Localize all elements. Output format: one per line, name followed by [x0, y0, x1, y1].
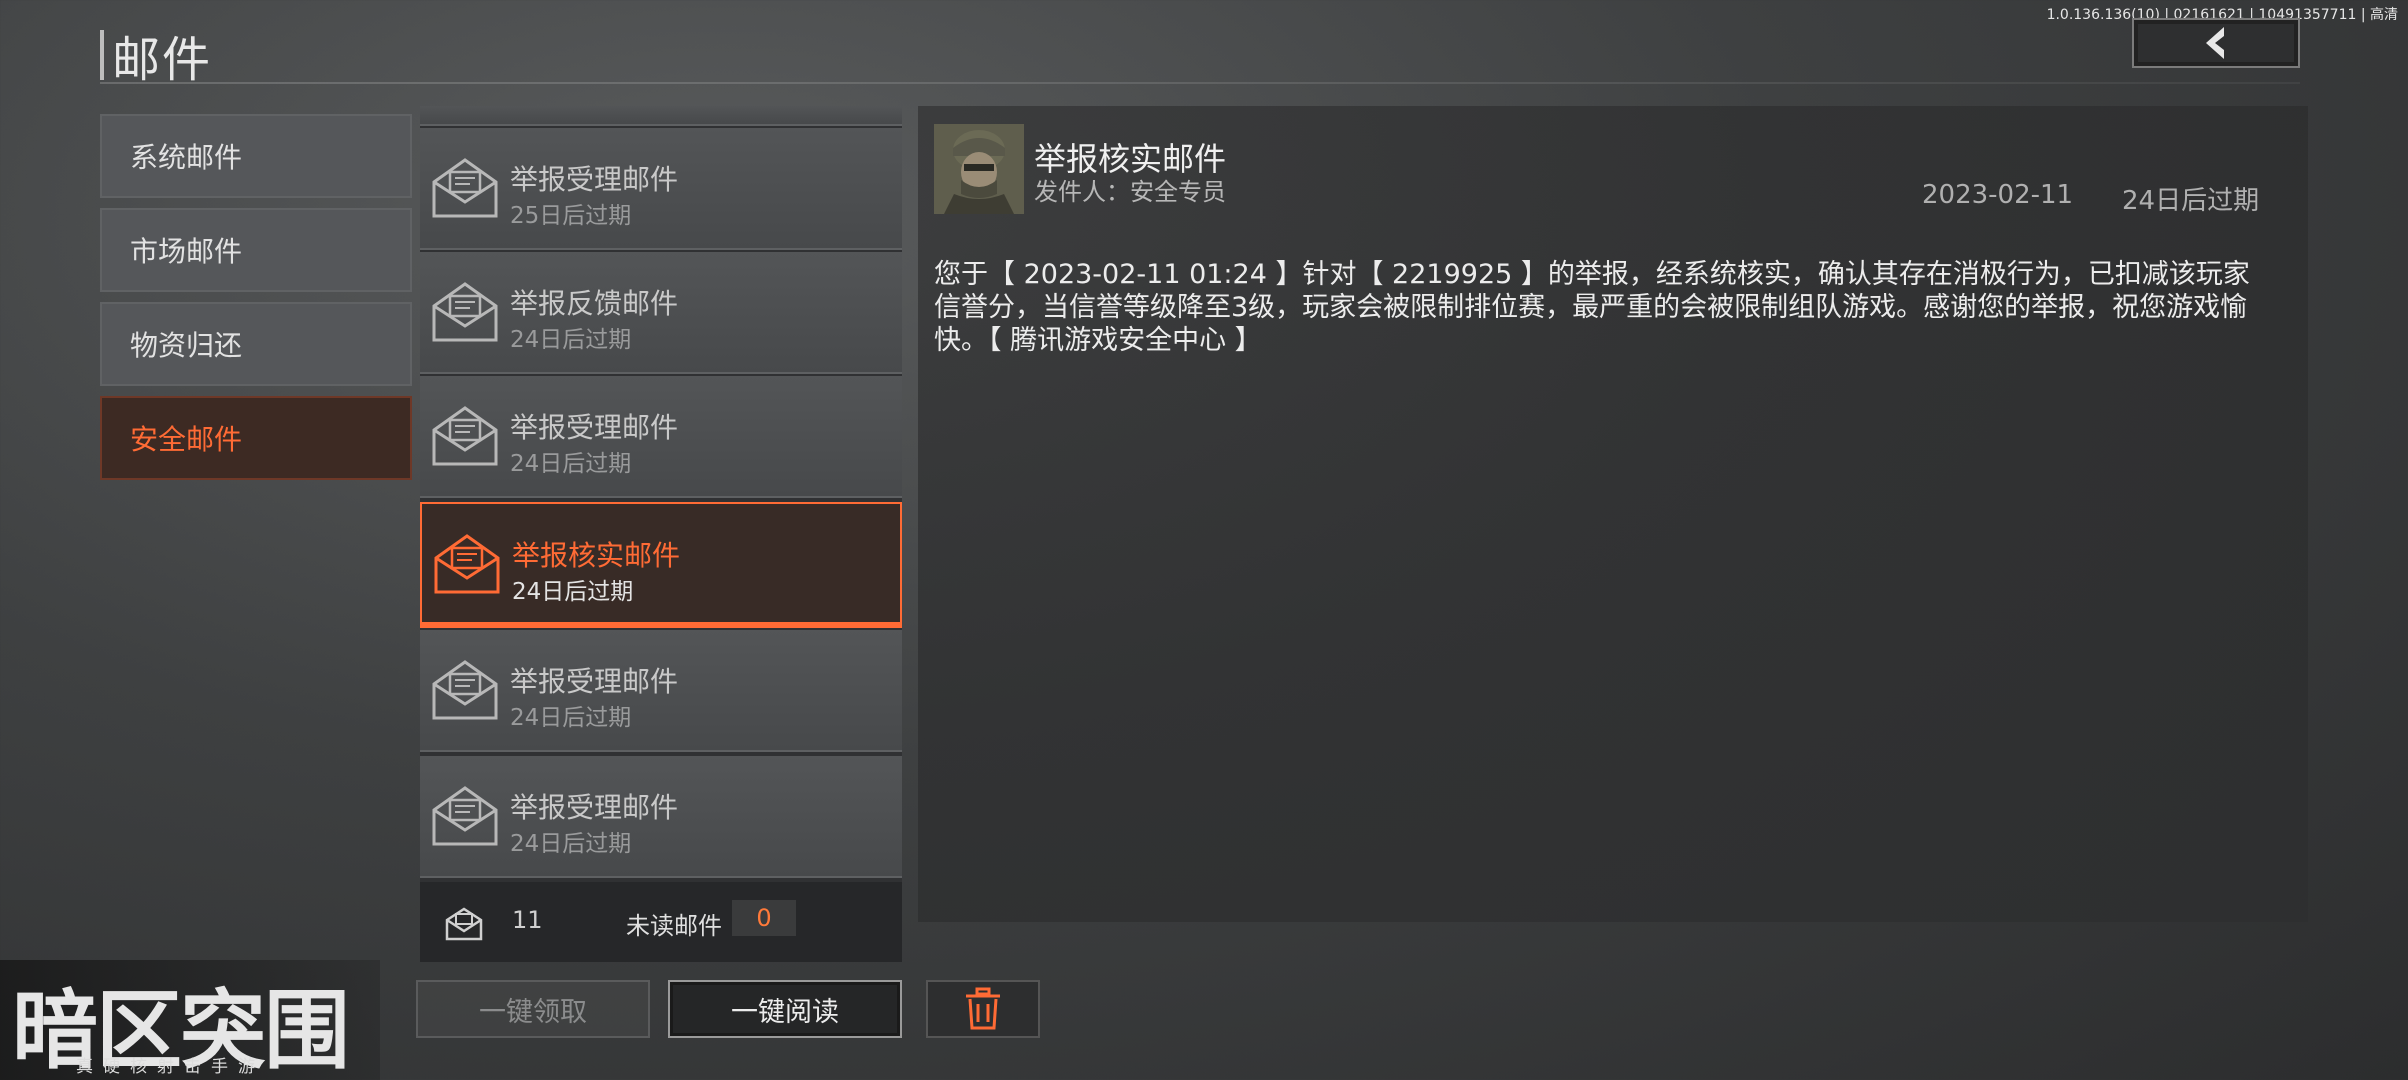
mail-expire: 24日后过期	[510, 705, 632, 731]
category-market-mail[interactable]: 市场邮件	[100, 208, 412, 292]
header-divider	[100, 82, 2300, 84]
mail-list-item[interactable]: 举报反馈邮件 24日后过期	[420, 252, 902, 374]
mail-list-item[interactable]: 举报受理邮件 24日后过期	[420, 630, 902, 752]
envelope-open-icon	[434, 534, 500, 594]
mail-expire: 24日后过期	[510, 451, 632, 477]
envelope-open-icon	[432, 406, 498, 466]
category-label: 安全邮件	[130, 423, 243, 456]
page-title-text: 邮件	[112, 32, 213, 88]
mail-title: 举报受理邮件	[510, 791, 679, 824]
sender-avatar	[934, 124, 1024, 214]
mail-expire-detail: 24日后过期	[2122, 186, 2260, 216]
title-bar-decoration	[100, 30, 104, 80]
mail-sender: 发件人：安全专员	[1034, 178, 1226, 206]
category-label: 市场邮件	[130, 235, 243, 268]
trash-icon	[966, 987, 1000, 1030]
envelope-open-icon	[432, 282, 498, 342]
mail-body: 您于【 2023-02-11 01:24 】针对【 2219925 】的举报，经…	[934, 259, 2250, 356]
category-label: 系统邮件	[130, 141, 243, 174]
mail-list-footer: 11 未读邮件 0	[420, 882, 902, 962]
category-system-mail[interactable]: 系统邮件	[100, 114, 412, 198]
delete-button[interactable]	[926, 980, 1040, 1038]
mail-detail-panel: 举报核实邮件 发件人：安全专员 2023-02-11 24日后过期 您于【 20…	[918, 106, 2308, 922]
chevron-left-icon	[2206, 27, 2224, 59]
mail-expire: 24日后过期	[510, 831, 632, 857]
mail-expire: 24日后过期	[512, 579, 634, 605]
unread-label: 未读邮件	[626, 912, 722, 940]
envelope-open-icon	[432, 786, 498, 846]
mail-expire: 24日后过期	[510, 327, 632, 353]
category-security-mail[interactable]: 安全邮件	[100, 396, 412, 480]
unread-count-badge: 0	[732, 900, 796, 936]
claim-all-button[interactable]: 一键领取	[416, 980, 650, 1038]
envelope-open-icon	[432, 158, 498, 218]
mail-title: 举报受理邮件	[510, 163, 679, 196]
mail-date: 2023-02-11	[1922, 180, 2074, 210]
mail-title: 举报受理邮件	[510, 411, 679, 444]
mail-list-item-selected[interactable]: 举报核实邮件 24日后过期	[420, 502, 902, 628]
mail-title: 举报反馈邮件	[510, 287, 679, 320]
envelope-open-icon	[432, 660, 498, 720]
mail-title: 举报核实邮件	[512, 539, 681, 572]
logo-subtitle: 真硬核射击手游	[76, 1057, 265, 1077]
list-item-partial	[420, 106, 902, 126]
mail-title: 举报受理邮件	[510, 665, 679, 698]
mail-list[interactable]: 举报受理邮件 25日后过期 举报反馈邮件 24日后过期 举报受理邮件 24日后过…	[420, 106, 902, 882]
category-label: 物资归还	[130, 329, 243, 362]
mail-list-item[interactable]: 举报受理邮件 24日后过期	[420, 376, 902, 498]
mail-expire: 25日后过期	[510, 203, 632, 229]
mail-count: 11	[512, 906, 543, 934]
category-supply-return[interactable]: 物资归还	[100, 302, 412, 386]
mail-list-item[interactable]: 举报受理邮件 24日后过期	[420, 756, 902, 878]
page-title: 邮件	[100, 20, 212, 90]
mail-stack-icon	[445, 907, 483, 941]
soldier-portrait-icon	[934, 124, 1024, 214]
read-all-button[interactable]: 一键阅读	[668, 980, 902, 1038]
game-logo: 暗区突围 真硬核射击手游	[0, 960, 380, 1080]
back-button[interactable]	[2132, 18, 2300, 68]
mail-list-item[interactable]: 举报受理邮件 25日后过期	[420, 128, 902, 250]
